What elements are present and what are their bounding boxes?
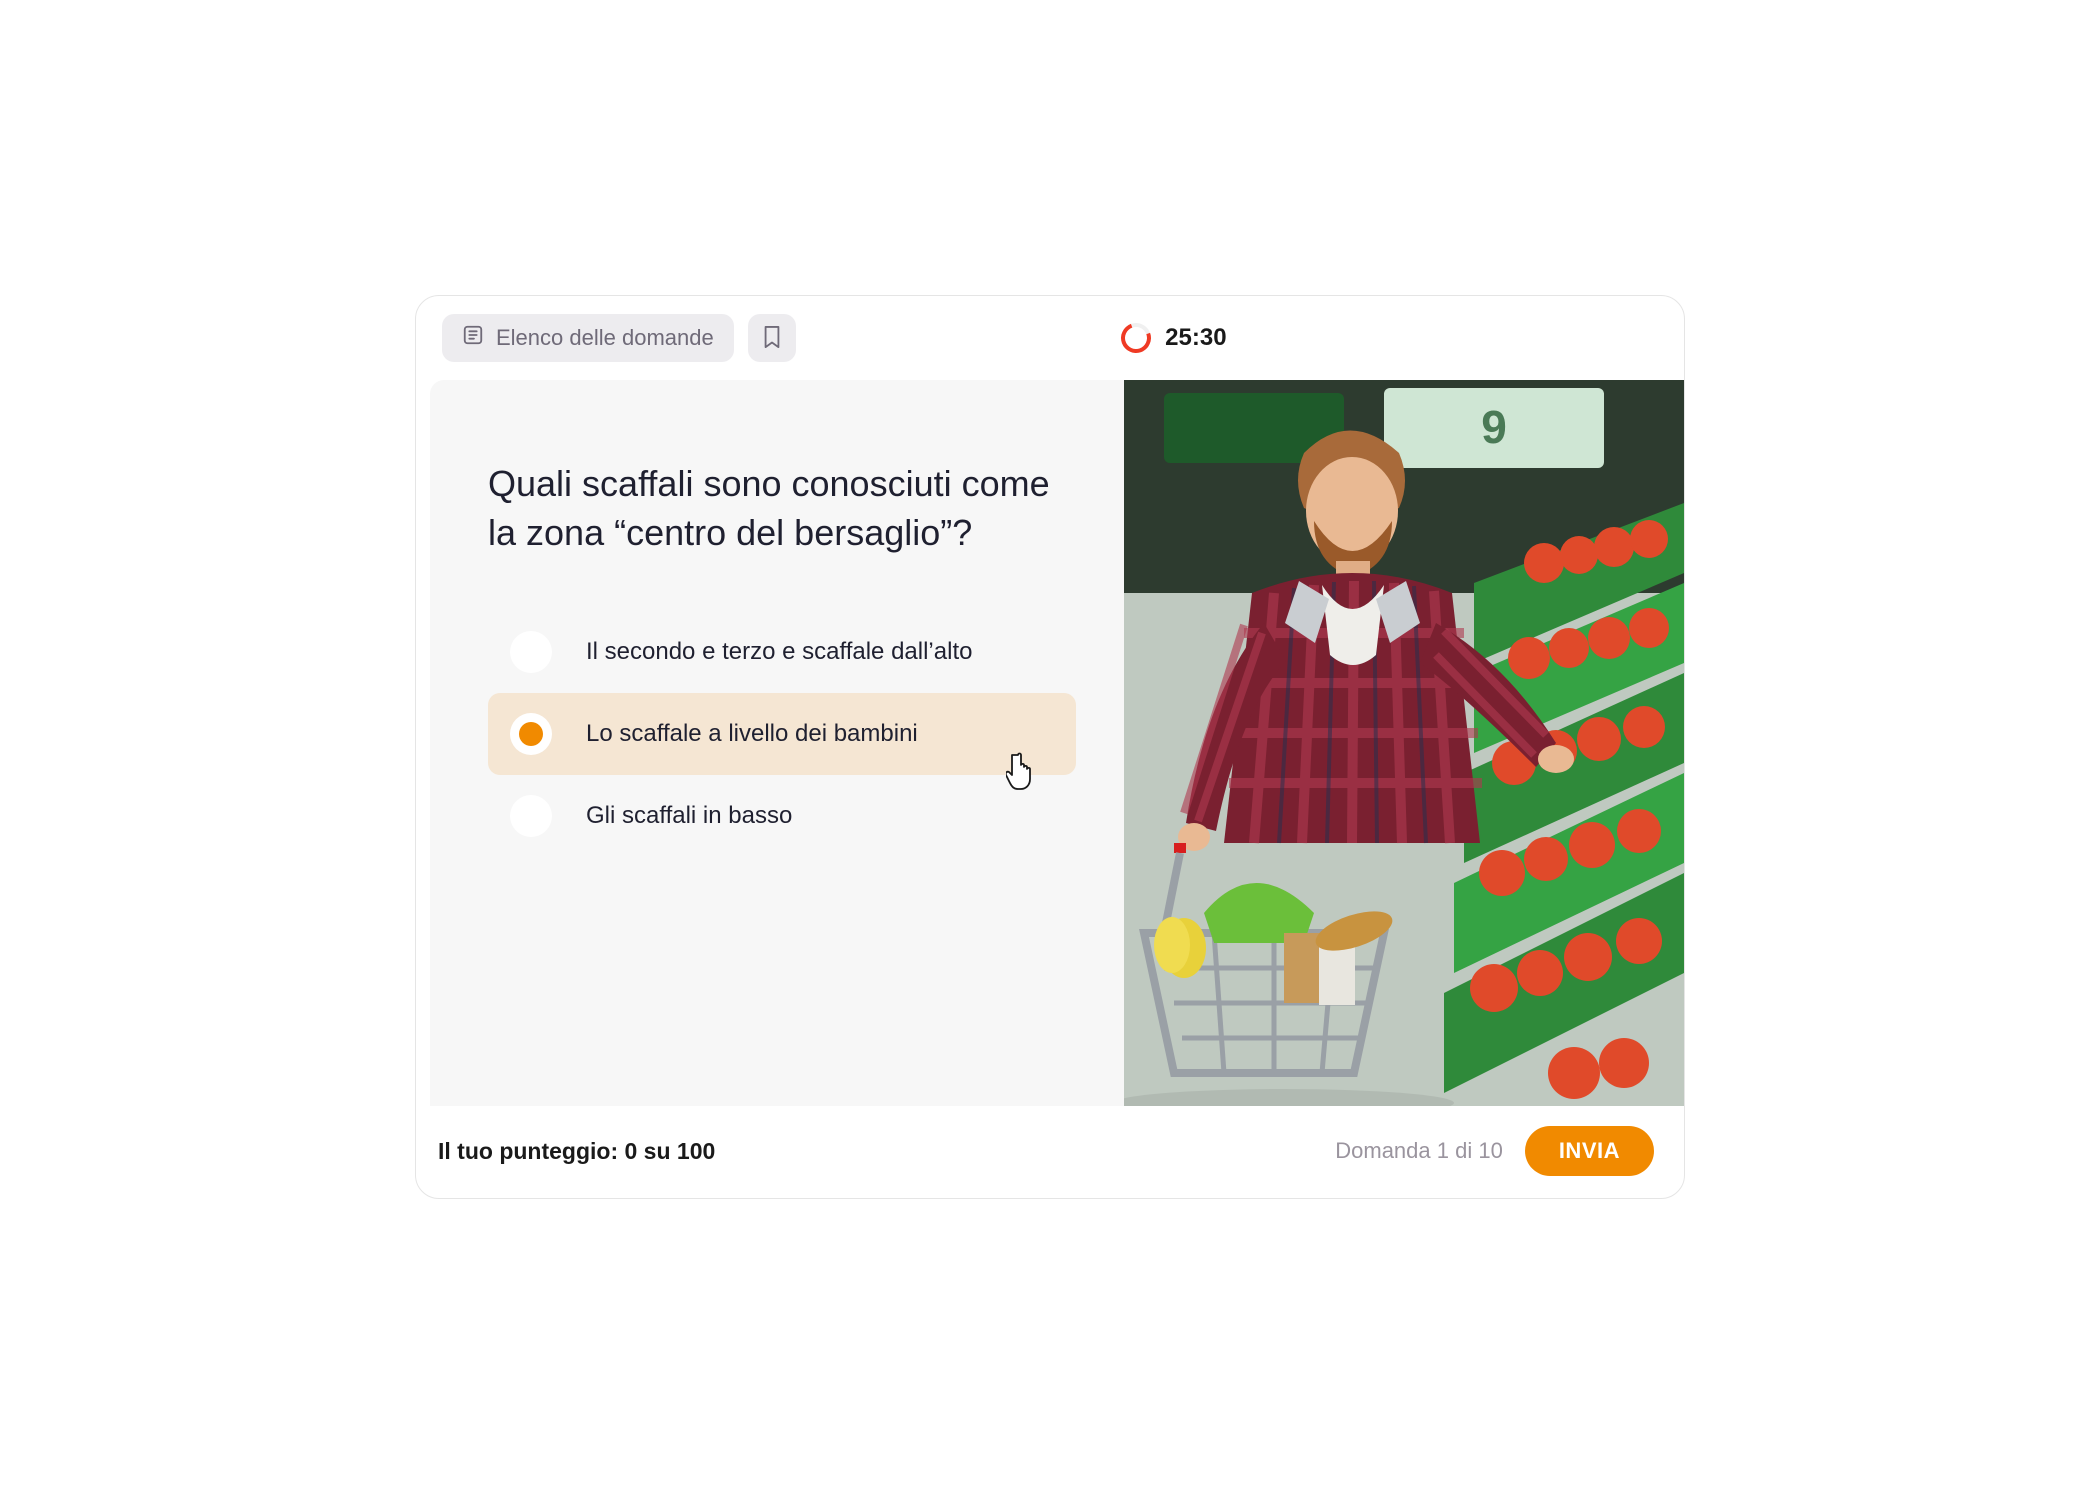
radio-icon xyxy=(510,631,552,673)
bookmark-icon xyxy=(761,324,783,353)
answer-label: Il secondo e terzo e scaffale dall’alto xyxy=(586,638,972,666)
radio-icon xyxy=(510,795,552,837)
submit-button[interactable]: INVIA xyxy=(1525,1126,1654,1176)
top-bar: Elenco delle domande 25:30 xyxy=(416,296,1684,380)
question-image: 9 xyxy=(1124,380,1684,1106)
answer-label: Lo scaffale a livello dei bambini xyxy=(586,720,918,748)
bookmark-button[interactable] xyxy=(748,314,796,362)
radio-icon xyxy=(510,713,552,755)
radio-checked-icon xyxy=(519,722,543,746)
question-panel: Quali scaffali sono conosciuti come la z… xyxy=(430,380,1124,1106)
content-area: Quali scaffali sono conosciuti come la z… xyxy=(416,380,1684,1106)
timer-spinner-icon xyxy=(1116,318,1156,358)
score-text: Il tuo punteggio: 0 su 100 xyxy=(438,1138,715,1165)
answer-option-1[interactable]: Lo scaffale a livello dei bambini xyxy=(488,693,1076,775)
answer-option-2[interactable]: Gli scaffali in basso xyxy=(488,775,1076,857)
bottom-bar: Il tuo punteggio: 0 su 100 Domanda 1 di … xyxy=(416,1106,1684,1198)
quiz-card: Elenco delle domande 25:30 Quali scaffal… xyxy=(415,295,1685,1199)
question-progress: Domanda 1 di 10 xyxy=(1335,1138,1503,1164)
timer: 25:30 xyxy=(1121,323,1226,353)
answer-label: Gli scaffali in basso xyxy=(586,802,792,830)
question-list-label: Elenco delle domande xyxy=(496,325,714,351)
svg-text:9: 9 xyxy=(1481,401,1507,453)
list-icon xyxy=(462,324,484,352)
answers-list: Il secondo e terzo e scaffale dall’alto … xyxy=(488,611,1076,857)
question-text: Quali scaffali sono conosciuti come la z… xyxy=(488,460,1076,557)
question-list-button[interactable]: Elenco delle domande xyxy=(442,314,734,362)
answer-option-0[interactable]: Il secondo e terzo e scaffale dall’alto xyxy=(488,611,1076,693)
timer-value: 25:30 xyxy=(1165,324,1226,352)
